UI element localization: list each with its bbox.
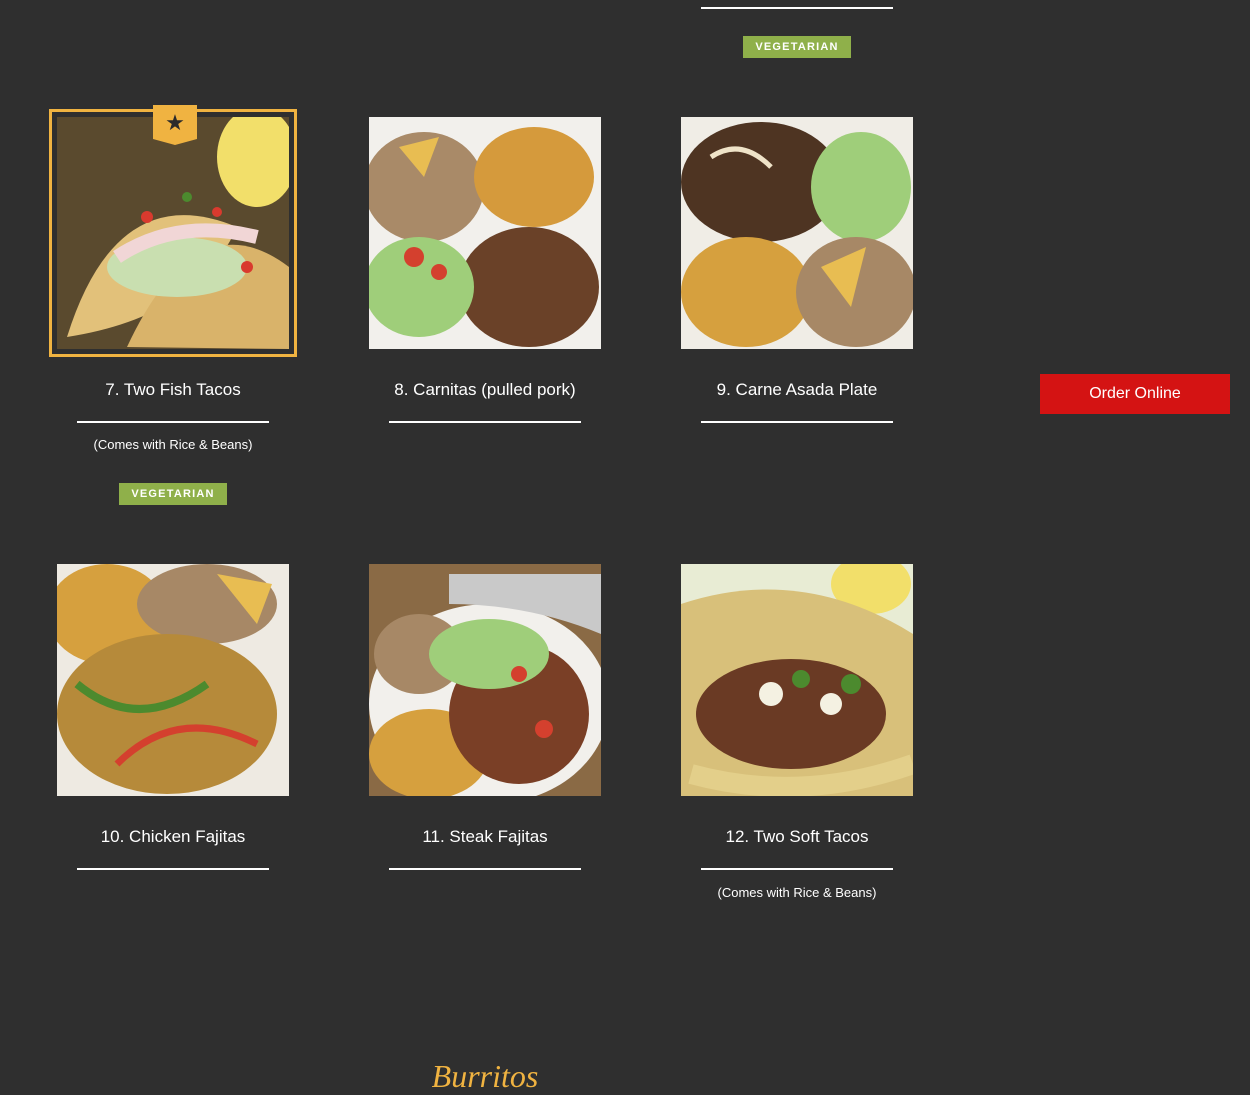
soft-tacos-image[interactable] <box>681 564 913 796</box>
item-divider <box>77 421 269 423</box>
order-online-button[interactable]: Order Online <box>1040 374 1230 414</box>
star-icon: ★ <box>153 105 197 145</box>
item-divider <box>701 421 893 423</box>
item-title: 7. Two Fish Tacos <box>105 380 241 399</box>
item-subtitle: (Comes with Rice & Beans) <box>717 885 877 900</box>
item-subtitle: (Comes with Rice & Beans) <box>93 437 253 452</box>
item-title: 12. Two Soft Tacos <box>725 827 869 846</box>
item-divider <box>77 868 269 870</box>
item-title: 10. Chicken Fajitas <box>100 827 246 846</box>
carnitas-image[interactable] <box>369 117 601 349</box>
item-title: 11. Steak Fajitas <box>422 827 548 846</box>
item-divider <box>389 421 581 423</box>
steak-fajitas-image[interactable] <box>369 564 601 796</box>
chicken-fajitas-image[interactable] <box>57 564 289 796</box>
vegetarian-badge: VEGETARIAN <box>743 36 851 58</box>
item-divider <box>389 868 581 870</box>
section-title: Burritos <box>431 1058 539 1094</box>
fish-tacos-image[interactable] <box>57 117 289 349</box>
vegetarian-badge: VEGETARIAN <box>119 483 227 505</box>
item-divider <box>701 868 893 870</box>
item-title: 8. Carnitas (pulled pork) <box>394 380 576 399</box>
item-divider <box>701 7 893 9</box>
item-title: 9. Carne Asada Plate <box>716 380 878 399</box>
carne-asada-image[interactable] <box>681 117 913 349</box>
